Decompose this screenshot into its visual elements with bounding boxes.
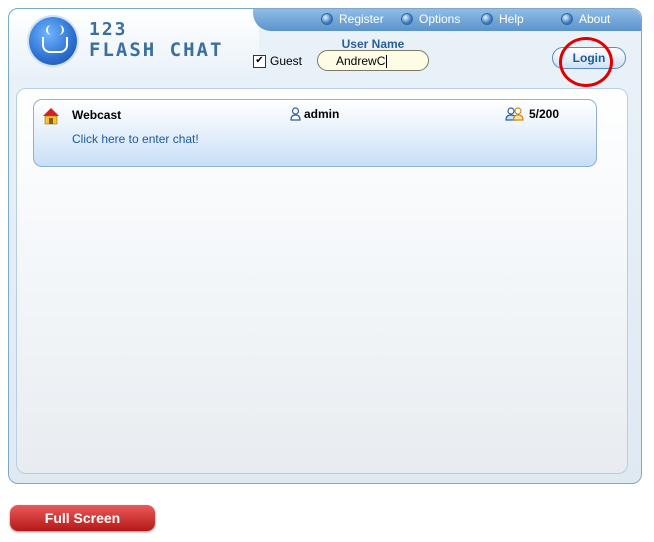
cup-icon xyxy=(42,37,68,53)
guest-toggle[interactable]: ✔ Guest xyxy=(253,54,302,68)
username-label: User Name xyxy=(341,37,405,51)
room-count-value: 5/200 xyxy=(529,107,560,121)
nav-about[interactable]: About xyxy=(561,12,610,26)
logo-text: 123 FLASH CHAT xyxy=(89,21,223,60)
help-icon xyxy=(481,13,493,25)
username-input[interactable]: AndrewC xyxy=(317,50,429,71)
nav-help[interactable]: Help xyxy=(481,12,524,26)
room-item-webcast[interactable]: Webcast admin 5/200 Click here to enter … xyxy=(33,99,597,167)
options-icon xyxy=(401,13,413,25)
login-button[interactable]: Login xyxy=(552,47,626,69)
nav-help-label: Help xyxy=(499,12,524,26)
register-icon xyxy=(321,13,333,25)
room-owner-name: admin xyxy=(304,107,340,121)
chat-app-window: 123 FLASH CHAT Register Options Help Abo… xyxy=(8,8,642,484)
room-name: Webcast xyxy=(72,108,122,122)
room-list-panel: Webcast admin 5/200 Click here to enter … xyxy=(16,88,628,474)
nav-options[interactable]: Options xyxy=(401,12,460,26)
guest-label: Guest xyxy=(270,54,303,68)
nav-options-label: Options xyxy=(419,12,461,26)
steam-icon xyxy=(46,25,64,35)
text-caret xyxy=(386,55,388,69)
logo-line1: 123 xyxy=(89,19,128,40)
users-icon xyxy=(505,107,524,121)
logo-line2: FLASH CHAT xyxy=(89,39,224,61)
room-owner: admin xyxy=(290,107,339,121)
user-icon xyxy=(290,107,301,121)
username-value: AndrewC xyxy=(336,54,386,68)
about-icon xyxy=(561,13,573,25)
header: 123 FLASH CHAT Register Options Help Abo… xyxy=(9,9,641,87)
nav-bar: Register Options Help About xyxy=(253,9,641,31)
guest-checkbox[interactable]: ✔ xyxy=(253,54,266,68)
nav-about-label: About xyxy=(579,12,611,26)
enter-chat-link[interactable]: Click here to enter chat! xyxy=(72,132,199,146)
nav-register[interactable]: Register xyxy=(321,12,384,26)
logo: 123 FLASH CHAT xyxy=(9,9,259,75)
room-house-icon xyxy=(43,108,59,125)
nav-register-label: Register xyxy=(339,12,384,26)
room-user-count: 5/200 xyxy=(505,107,559,121)
full-screen-button[interactable]: Full Screen xyxy=(10,505,155,531)
